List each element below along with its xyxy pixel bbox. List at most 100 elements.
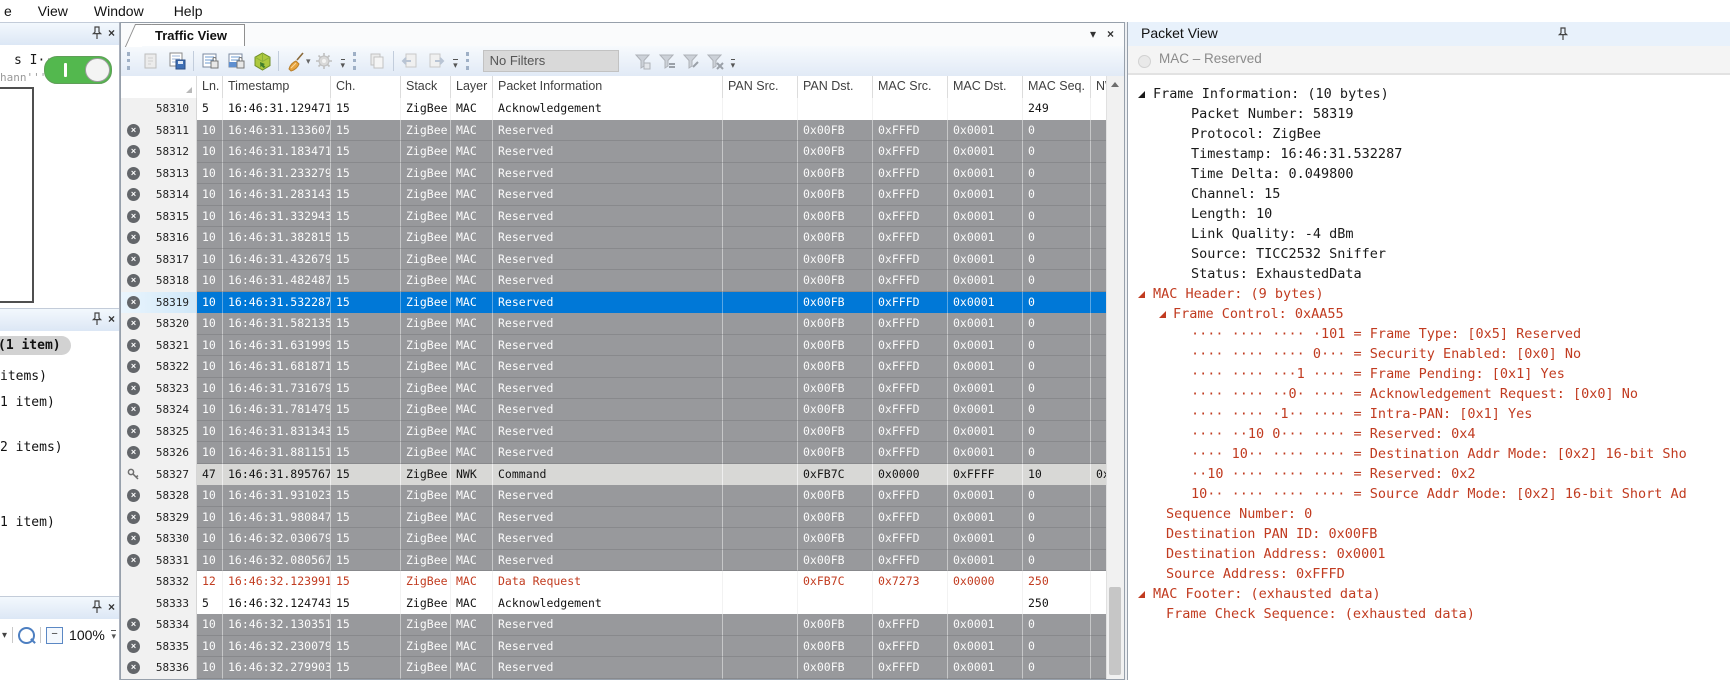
row-gutter[interactable]: 58325 bbox=[121, 421, 197, 443]
zoom-out-button[interactable]: − bbox=[46, 627, 63, 644]
table-row[interactable]: 583361016:46:32.27990315ZigBeeMACReserve… bbox=[121, 657, 1107, 679]
column-header-gutter[interactable] bbox=[121, 76, 197, 98]
chevron-down-icon[interactable]: ▾ bbox=[2, 630, 7, 641]
row-gutter[interactable]: 58330 bbox=[121, 528, 197, 550]
row-gutter[interactable]: 58335 bbox=[121, 636, 197, 658]
filter-input[interactable]: No Filters bbox=[483, 50, 619, 72]
table-row[interactable]: 583311016:46:32.08056715ZigBeeMACReserve… bbox=[121, 550, 1107, 572]
row-gutter[interactable]: 58314 bbox=[121, 184, 197, 206]
close-icon[interactable]: × bbox=[108, 312, 115, 326]
table-row[interactable]: 58310516:46:31.12947115ZigBeeMACAcknowle… bbox=[121, 98, 1107, 120]
scrollbar-thumb[interactable] bbox=[1109, 587, 1121, 675]
gear-icon[interactable] bbox=[312, 49, 336, 73]
tab-traffic-view[interactable]: Traffic View bbox=[137, 24, 245, 46]
table-row[interactable]: 583211016:46:31.63199915ZigBeeMACReserve… bbox=[121, 335, 1107, 357]
table-row[interactable]: 583141016:46:31.28314315ZigBeeMACReserve… bbox=[121, 184, 1107, 206]
column-header-stack[interactable]: Stack bbox=[401, 76, 451, 98]
zoom-level-value[interactable]: 100% bbox=[69, 627, 105, 643]
packet-list-lock-icon[interactable] bbox=[224, 49, 248, 73]
tree-node[interactable]: ···· ···· ···· ·101 = Frame Type: [0x5] … bbox=[1128, 324, 1730, 344]
menu-item-window[interactable]: Window bbox=[90, 3, 148, 19]
tree-node[interactable]: Time Delta: 0.049800 bbox=[1128, 164, 1730, 184]
toolbar-grip[interactable] bbox=[353, 52, 360, 70]
menu-item-view[interactable]: View bbox=[34, 3, 72, 19]
column-header-layer[interactable]: Layer bbox=[451, 76, 493, 98]
jump-next-icon[interactable] bbox=[424, 49, 448, 73]
table-row[interactable]: 583201016:46:31.58213515ZigBeeMACReserve… bbox=[121, 313, 1107, 335]
table-row[interactable]: 58333516:46:32.12474315ZigBeeMACAcknowle… bbox=[121, 593, 1107, 615]
jump-previous-icon[interactable] bbox=[398, 49, 422, 73]
copy-icon[interactable] bbox=[365, 49, 389, 73]
column-header-mac-src-[interactable]: MAC Src. bbox=[873, 76, 948, 98]
row-gutter[interactable]: 58323 bbox=[121, 378, 197, 400]
pin-icon[interactable] bbox=[92, 312, 102, 326]
enable-toggle[interactable] bbox=[44, 56, 112, 84]
vertical-scrollbar[interactable] bbox=[1106, 76, 1124, 679]
row-gutter[interactable]: 58336 bbox=[121, 657, 197, 679]
table-row[interactable]: 583291016:46:31.98084715ZigBeeMACReserve… bbox=[121, 507, 1107, 529]
tree-node[interactable]: Destination Address: 0x0001 bbox=[1128, 544, 1730, 564]
table-row[interactable]: 583221016:46:31.68187115ZigBeeMACReserve… bbox=[121, 356, 1107, 378]
toolbar-grip[interactable] bbox=[127, 52, 134, 70]
expand-arrow-icon[interactable] bbox=[1138, 591, 1145, 598]
table-row[interactable]: 583251016:46:31.83134315ZigBeeMACReserve… bbox=[121, 421, 1107, 443]
pin-icon[interactable] bbox=[92, 600, 102, 614]
table-row[interactable]: 583151016:46:31.33294315ZigBeeMACReserve… bbox=[121, 206, 1107, 228]
row-gutter[interactable]: 58328 bbox=[121, 485, 197, 507]
tree-node[interactable]: Timestamp: 16:46:31.532287 bbox=[1128, 144, 1730, 164]
tree-node[interactable]: MAC Header: (9 bytes) bbox=[1128, 284, 1730, 304]
toolbar-overflow-icon[interactable] bbox=[111, 630, 116, 640]
row-gutter[interactable]: 58316 bbox=[121, 227, 197, 249]
magnifier-icon[interactable] bbox=[18, 627, 35, 644]
clear-options-caret-icon[interactable]: ▾ bbox=[306, 56, 311, 67]
tree-node[interactable]: Frame Check Sequence: (exhausted data) bbox=[1128, 604, 1730, 624]
row-gutter[interactable]: 58318 bbox=[121, 270, 197, 292]
table-row[interactable]: 583261016:46:31.88115115ZigBeeMACReserve… bbox=[121, 442, 1107, 464]
expand-arrow-icon[interactable] bbox=[1159, 311, 1166, 318]
tree-node[interactable]: ···· ···· ·1·· ···· = Intra-PAN: [0x1] Y… bbox=[1128, 404, 1730, 424]
table-row[interactable]: 583181016:46:31.48248715ZigBeeMACReserve… bbox=[121, 270, 1107, 292]
capture-cube-icon[interactable] bbox=[250, 49, 274, 73]
toggle-knob[interactable] bbox=[85, 58, 110, 82]
row-gutter[interactable]: 58326 bbox=[121, 442, 197, 464]
tree-node[interactable]: Status: ExhaustedData bbox=[1128, 264, 1730, 284]
toolbar-overflow-icon[interactable] bbox=[341, 59, 346, 69]
table-row[interactable]: 583241016:46:31.78147915ZigBeeMACReserve… bbox=[121, 399, 1107, 421]
toolbar-overflow-icon[interactable] bbox=[453, 59, 458, 69]
column-header-mac-seq-[interactable]: MAC Seq. bbox=[1023, 76, 1091, 98]
save-icon[interactable] bbox=[165, 49, 189, 73]
tree-node[interactable]: Source Address: 0xFFFD bbox=[1128, 564, 1730, 584]
column-header-timestamp[interactable]: Timestamp bbox=[223, 76, 331, 98]
tree-node[interactable]: Length: 10 bbox=[1128, 204, 1730, 224]
tree-node[interactable]: ···· 10·· ···· ···· = Destination Addr M… bbox=[1128, 444, 1730, 464]
row-gutter[interactable]: 58324 bbox=[121, 399, 197, 421]
tree-node[interactable]: Channel: 15 bbox=[1128, 184, 1730, 204]
table-row[interactable]: 583351016:46:32.23007915ZigBeeMACReserve… bbox=[121, 636, 1107, 658]
toolbar-overflow-icon[interactable] bbox=[731, 59, 736, 69]
row-gutter[interactable]: 58311 bbox=[121, 120, 197, 142]
tree-node[interactable]: MAC Footer: (exhausted data) bbox=[1128, 584, 1730, 604]
column-header-pan-src-[interactable]: PAN Src. bbox=[723, 76, 798, 98]
tab-close-icon[interactable]: × bbox=[1107, 27, 1114, 41]
clear-broom-icon[interactable] bbox=[283, 49, 307, 73]
row-gutter[interactable]: 58315 bbox=[121, 206, 197, 228]
table-row[interactable]: 583131016:46:31.23327915ZigBeeMACReserve… bbox=[121, 163, 1107, 185]
row-gutter[interactable]: 58329 bbox=[121, 507, 197, 529]
close-icon[interactable]: × bbox=[108, 26, 115, 40]
table-row[interactable]: 583341016:46:32.13035115ZigBeeMACReserve… bbox=[121, 614, 1107, 636]
column-header-mac-dst-[interactable]: MAC Dst. bbox=[948, 76, 1023, 98]
row-gutter[interactable]: 58327 bbox=[121, 464, 197, 486]
row-gutter[interactable]: 58334 bbox=[121, 614, 197, 636]
row-gutter[interactable]: 58320 bbox=[121, 313, 197, 335]
table-row[interactable]: 583191016:46:31.53228715ZigBeeMACReserve… bbox=[121, 292, 1107, 314]
packet-list-icon[interactable] bbox=[198, 49, 222, 73]
expand-arrow-icon[interactable] bbox=[1138, 291, 1145, 298]
table-row[interactable]: 583321216:46:32.12399115ZigBeeMACData Re… bbox=[121, 571, 1107, 593]
filter-funnel-1-icon[interactable] bbox=[633, 51, 653, 71]
list-item[interactable]: items) bbox=[0, 369, 47, 384]
row-gutter[interactable]: 58312 bbox=[121, 141, 197, 163]
scroll-up-icon[interactable] bbox=[1111, 82, 1119, 87]
tab-list-dropdown-icon[interactable]: ▾ bbox=[1090, 27, 1096, 41]
table-row[interactable]: 583231016:46:31.73167915ZigBeeMACReserve… bbox=[121, 378, 1107, 400]
filter-funnel-3-icon[interactable] bbox=[681, 51, 701, 71]
